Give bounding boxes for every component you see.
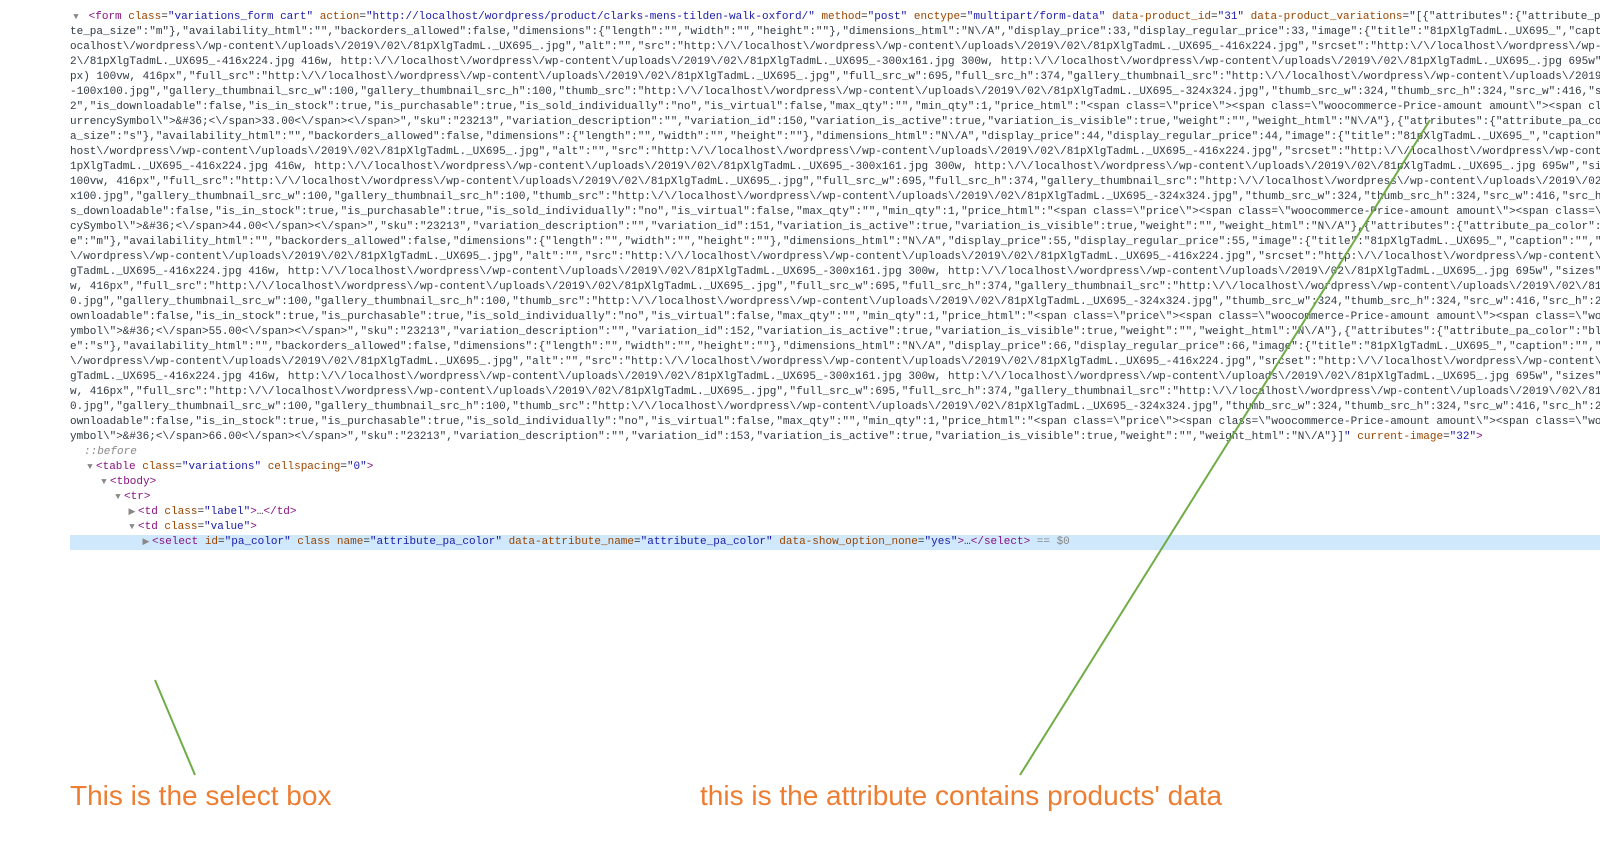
attr-class: variations <box>188 461 254 473</box>
ellipsis: … <box>257 506 264 518</box>
tag-name: tr <box>131 491 144 503</box>
attr-class-empty: class <box>297 536 330 548</box>
attr-data-attribute-name: attribute_pa_color <box>647 536 766 548</box>
expand-toggle-icon[interactable]: ▼ <box>112 490 124 505</box>
attr-show-option-none: yes <box>931 536 951 548</box>
attr-variations-name: data-product_variations <box>1251 11 1403 23</box>
expand-toggle-icon[interactable]: ▶ <box>140 535 152 550</box>
expand-toggle-icon[interactable]: ▼ <box>84 460 96 475</box>
dom-node-select-highlighted[interactable]: ▶<select id="pa_color" class name="attri… <box>70 535 1600 550</box>
expand-toggle-icon[interactable]: ▼ <box>126 520 138 535</box>
dom-node-tr[interactable]: ▼<tr> <box>70 490 1600 505</box>
expand-toggle-icon[interactable]: ▼ <box>70 10 82 25</box>
attr-id: pa_color <box>231 536 284 548</box>
tag-name: tbody <box>117 476 150 488</box>
attr-class: label <box>211 506 244 518</box>
attr-class: value <box>211 521 244 533</box>
callout-select-box: This is the select box <box>70 780 331 812</box>
selected-node-marker: == $0 <box>1030 536 1070 548</box>
dom-node-td-value[interactable]: ▼<td class="value"> <box>70 520 1600 535</box>
attr-name: attribute_pa_color <box>377 536 496 548</box>
attr-current-image-name: current-image <box>1357 431 1443 443</box>
callout-attribute-data: this is the attribute contains products'… <box>700 780 1222 812</box>
dom-node-tbody[interactable]: ▼<tbody> <box>70 475 1600 490</box>
devtools-elements-panel: ▼ <form class="variations_form cart" act… <box>0 0 1600 560</box>
attr-method: post <box>874 11 900 23</box>
tag-name: form <box>95 11 121 23</box>
ellipsis: … <box>964 536 971 548</box>
tag-name: select <box>159 536 199 548</box>
tag-name: td <box>145 506 158 518</box>
attr-cellspacing: 0 <box>354 461 361 473</box>
tag-name: td <box>145 521 158 533</box>
attr-class: variations_form cart <box>174 11 306 23</box>
attr-product-id: 31 <box>1224 11 1237 23</box>
attr-current-image-val: 32 <box>1456 431 1469 443</box>
attr-action: http://localhost/wordpress/product/clark… <box>373 11 809 23</box>
tag-name: table <box>103 461 136 473</box>
expand-toggle-icon[interactable]: ▶ <box>126 505 138 520</box>
expand-toggle-icon[interactable]: ▼ <box>98 475 110 490</box>
attr-variations-value: [{"attributes":{"attribute_pa_color":"bl… <box>70 11 1600 443</box>
dom-node-td-label[interactable]: ▶<td class="label">…</td> <box>70 505 1600 520</box>
attr-enctype: multipart/form-data <box>973 11 1098 23</box>
arrow-line-left <box>155 680 195 775</box>
dom-node-form[interactable]: ▼ <form class="variations_form cart" act… <box>70 10 1600 445</box>
dom-node-table[interactable]: ▼<table class="variations" cellspacing="… <box>70 460 1600 475</box>
pseudo-before: ::before <box>70 445 1600 460</box>
